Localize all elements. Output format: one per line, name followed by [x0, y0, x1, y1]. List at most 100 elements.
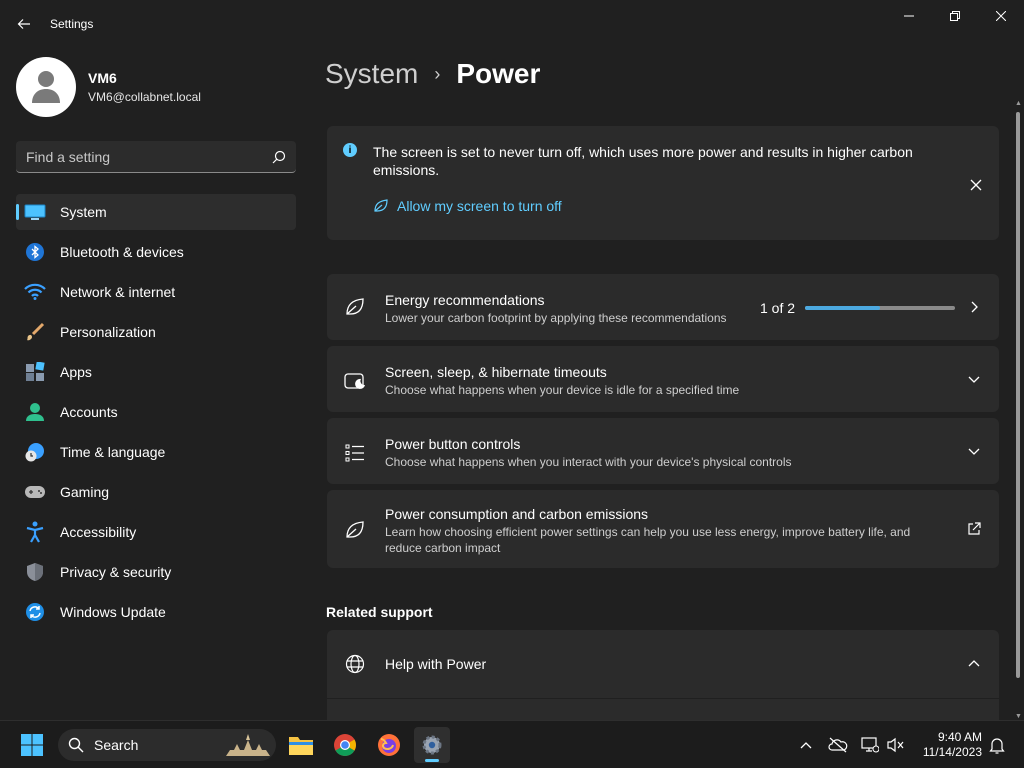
sidebar-item-accounts[interactable]: Accounts	[16, 394, 296, 430]
sidebar-item-system[interactable]: System	[16, 194, 296, 230]
search-input[interactable]	[26, 148, 272, 165]
sidebar-item-network[interactable]: Network & internet	[16, 274, 296, 310]
chevron-right-icon	[963, 296, 985, 318]
sidebar-item-privacy[interactable]: Privacy & security	[16, 554, 296, 590]
taskbar: Search 9:40 AM 11/14/2023	[0, 720, 1024, 768]
bell-icon[interactable]	[987, 735, 1007, 755]
close-icon	[996, 11, 1006, 21]
user-profile[interactable]: VM6 VM6@collabnet.local	[16, 57, 201, 117]
network-icon[interactable]	[860, 735, 880, 755]
wifi-icon	[24, 281, 46, 303]
scroll-down-arrow-icon[interactable]: ▼	[1015, 713, 1022, 720]
info-icon: i	[343, 143, 357, 157]
info-link-label: Allow my screen to turn off	[397, 198, 562, 214]
globe-icon	[343, 652, 367, 676]
clock[interactable]: 9:40 AM 11/14/2023	[914, 730, 982, 760]
sidebar-item-label: Windows Update	[60, 604, 166, 620]
sidebar-item-windows-update[interactable]: Windows Update	[16, 594, 296, 630]
shield-icon	[24, 561, 46, 583]
leaf-icon	[343, 518, 367, 542]
windows-logo-icon	[21, 734, 43, 756]
card-title: Power consumption and carbon emissions	[385, 506, 649, 522]
sidebar-item-label: Bluetooth & devices	[60, 244, 184, 260]
clock-time: 9:40 AM	[937, 730, 982, 744]
taskbar-search[interactable]: Search	[58, 729, 276, 761]
sidebar-item-label: Privacy & security	[60, 564, 172, 580]
volume-muted-icon[interactable]	[886, 735, 906, 755]
leaf-icon	[343, 295, 367, 319]
chevron-down-icon	[963, 440, 985, 462]
card-description: Choose what happens when you interact wi…	[385, 455, 792, 469]
sidebar-item-gaming[interactable]: Gaming	[16, 474, 296, 510]
breadcrumb: System › Power	[325, 58, 540, 90]
search-icon	[68, 737, 84, 753]
screen-sleep-card[interactable]: Screen, sleep, & hibernate timeouts Choo…	[327, 346, 999, 412]
sidebar-item-label: System	[60, 204, 107, 220]
accessibility-icon	[24, 521, 46, 543]
clock-date: 11/14/2023	[922, 745, 982, 759]
related-support-heading: Related support	[326, 604, 433, 620]
scroll-thumb[interactable]	[1016, 112, 1020, 678]
card-description: Learn how choosing efficient power setti…	[385, 525, 911, 555]
sidebar-item-label: Gaming	[60, 484, 110, 500]
card-title: Power button controls	[385, 436, 521, 452]
close-button[interactable]	[978, 4, 1024, 28]
taskbar-search-label: Search	[94, 737, 139, 753]
card-title: Energy recommendations	[385, 292, 545, 308]
back-button[interactable]	[12, 12, 36, 36]
system-icon	[24, 201, 46, 223]
allow-screen-off-link[interactable]: Allow my screen to turn off	[373, 198, 562, 214]
sidebar-item-personalization[interactable]: Personalization	[16, 314, 296, 350]
gear-icon	[422, 735, 442, 755]
sidebar-item-label: Time & language	[60, 444, 166, 460]
app-title: Settings	[50, 17, 94, 31]
help-expanded-content	[327, 699, 999, 720]
progress-fill	[805, 306, 880, 310]
close-icon	[970, 179, 982, 191]
chrome-icon	[334, 734, 356, 756]
globe-clock-icon	[24, 441, 46, 463]
start-button[interactable]	[14, 727, 50, 763]
onedrive-offline-icon[interactable]	[828, 735, 848, 755]
sidebar-item-accessibility[interactable]: Accessibility	[16, 514, 296, 550]
sidebar-item-bluetooth[interactable]: Bluetooth & devices	[16, 234, 296, 270]
scroll-up-arrow-icon[interactable]: ▲	[1015, 100, 1022, 107]
file-explorer-button[interactable]	[283, 727, 319, 763]
power-consumption-card[interactable]: Power consumption and carbon emissions L…	[327, 490, 999, 568]
apps-icon	[24, 361, 46, 383]
title-bar: Settings	[0, 0, 1024, 48]
page-title: Power	[456, 58, 541, 89]
sidebar-item-label: Personalization	[60, 324, 156, 340]
power-button-controls-card[interactable]: Power button controls Choose what happen…	[327, 418, 999, 484]
profile-email: VM6@collabnet.local	[88, 90, 201, 104]
help-with-power-card[interactable]: Help with Power	[327, 630, 999, 698]
sidebar-nav: System Bluetooth & devices Network & int…	[16, 194, 296, 634]
chevron-up-icon[interactable]	[796, 735, 816, 755]
sidebar-item-time-language[interactable]: Time & language	[16, 434, 296, 470]
breadcrumb-parent[interactable]: System	[325, 58, 418, 90]
update-icon	[24, 601, 46, 623]
restore-icon	[950, 11, 960, 21]
person-icon	[32, 71, 60, 103]
brush-icon	[24, 321, 46, 343]
restore-button[interactable]	[932, 4, 978, 28]
leaf-icon	[373, 198, 389, 214]
progress-count: 1 of 2	[760, 300, 796, 316]
search-icon[interactable]	[272, 150, 286, 164]
settings-search[interactable]	[16, 141, 296, 173]
card-description: Lower your carbon footprint by applying …	[385, 311, 727, 325]
sidebar-item-label: Apps	[60, 364, 92, 380]
settings-taskbar-button[interactable]	[414, 727, 450, 763]
account-icon	[24, 401, 46, 423]
sidebar-item-apps[interactable]: Apps	[16, 354, 296, 390]
energy-recommendations-card[interactable]: Energy recommendations Lower your carbon…	[327, 274, 999, 340]
info-bar: i The screen is set to never turn off, w…	[327, 126, 999, 240]
scrollbar[interactable]: ▲ ▼	[1015, 100, 1022, 720]
chrome-button[interactable]	[327, 727, 363, 763]
folder-icon	[289, 737, 313, 755]
list-icon	[343, 441, 367, 465]
minimize-button[interactable]	[886, 4, 932, 28]
firefox-button[interactable]	[371, 727, 407, 763]
profile-name: VM6	[88, 70, 117, 86]
dismiss-info-button[interactable]	[965, 174, 987, 196]
